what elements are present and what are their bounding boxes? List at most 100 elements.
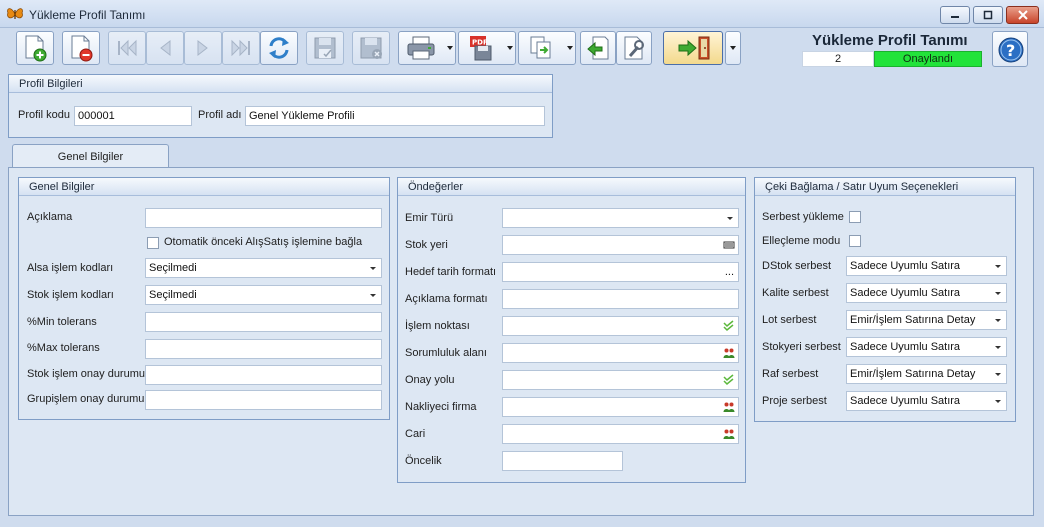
title-bar: Yükleme Profil Tanımı — [0, 0, 1044, 28]
chevron-down-icon — [727, 217, 733, 220]
tab-general[interactable]: Genel Bilgiler — [12, 144, 169, 168]
general-section: Genel Bilgiler Açıklama Otomatik önceki … — [18, 177, 390, 420]
quality-select[interactable]: Sadece Uyumlu Satıra — [846, 283, 1007, 303]
record-number: 2 — [802, 51, 874, 67]
users-icon — [723, 429, 735, 439]
previous-record-button[interactable] — [146, 31, 184, 65]
stock-location-free-label: Stokyeri serbest — [762, 341, 841, 353]
svg-text:PDF: PDF — [472, 39, 488, 47]
help-button[interactable]: ? — [992, 31, 1028, 67]
priority-input[interactable] — [502, 451, 623, 471]
target-date-format-label: Hedef tarih formatı — [405, 266, 497, 278]
project-value: Sadece Uyumlu Satıra — [850, 395, 961, 407]
quality-value: Sadece Uyumlu Satıra — [850, 287, 961, 299]
matching-section-title: Çeki Bağlama / Satır Uyum Seçenekleri — [755, 178, 1015, 196]
users-icon — [723, 402, 735, 412]
minimize-button[interactable] — [940, 6, 970, 24]
approval-path-label: Onay yolu — [405, 374, 455, 386]
matching-section: Çeki Bağlama / Satır Uyum Seçenekleri Se… — [754, 177, 1016, 422]
first-record-button[interactable] — [108, 31, 146, 65]
target-date-format-input[interactable]: ... — [502, 262, 739, 282]
quality-label: Kalite serbest — [762, 287, 829, 299]
lot-value: Emir/İşlem Satırına Detay — [850, 314, 976, 326]
ellipsis-button[interactable]: ... — [725, 263, 734, 281]
group-approval-label: Grupişlem onay durumu — [27, 393, 145, 405]
alsa-codes-label: Alsa işlem kodları — [27, 262, 114, 274]
help-icon: ? — [998, 37, 1024, 63]
max-tolerance-input[interactable] — [145, 339, 382, 359]
settings-icon — [624, 36, 644, 60]
exit-dropdown-button[interactable] — [725, 31, 741, 65]
free-loading-checkbox[interactable] — [849, 211, 861, 223]
save-close-button[interactable] — [352, 31, 390, 65]
check-double-icon — [723, 374, 734, 386]
order-type-select[interactable] — [502, 208, 739, 228]
min-tolerance-label: %Min tolerans — [27, 316, 97, 328]
shelf-select[interactable]: Emir/İşlem Satırına Detay — [846, 364, 1007, 384]
back-button[interactable] — [580, 31, 616, 65]
close-icon — [1017, 10, 1028, 20]
profile-code-input[interactable]: 000001 — [74, 106, 192, 126]
responsibility-area-label: Sorumluluk alanı — [405, 347, 487, 359]
account-label: Cari — [405, 428, 426, 440]
save-icon — [314, 37, 336, 59]
chevron-down-icon — [370, 267, 376, 270]
page-title: Yükleme Profil Tanımı — [812, 32, 968, 49]
process-point-input[interactable] — [502, 316, 739, 336]
copy-button[interactable] — [518, 31, 576, 65]
min-tolerance-input[interactable] — [145, 312, 382, 332]
dstock-label: DStok serbest — [762, 260, 832, 272]
carrier-input[interactable] — [502, 397, 739, 417]
profile-name-input[interactable]: Genel Yükleme Profili — [245, 106, 545, 126]
lookup-grid-icon — [723, 241, 735, 249]
responsibility-area-input[interactable] — [502, 343, 739, 363]
dstock-select[interactable]: Sadece Uyumlu Satıra — [846, 256, 1007, 276]
auto-link-checkbox[interactable] — [147, 237, 159, 249]
max-tolerance-label: %Max tolerans — [27, 342, 100, 354]
lot-label: Lot serbest — [762, 314, 817, 326]
group-approval-input[interactable] — [145, 390, 382, 410]
maximize-button[interactable] — [973, 6, 1003, 24]
alsa-codes-select[interactable]: Seçilmedi — [145, 258, 382, 278]
next-record-icon — [197, 39, 208, 57]
approval-path-input[interactable] — [502, 370, 739, 390]
handling-mode-checkbox[interactable] — [849, 235, 861, 247]
chevron-down-icon — [370, 294, 376, 297]
lot-select[interactable]: Emir/İşlem Satırına Detay — [846, 310, 1007, 330]
refresh-button[interactable] — [260, 31, 298, 65]
auto-link-label: Otomatik önceki AlışSatış işlemine bağla — [164, 236, 363, 248]
alsa-codes-value: Seçilmedi — [149, 262, 197, 274]
stock-location-input[interactable] — [502, 235, 739, 255]
description-label: Açıklama — [27, 211, 73, 223]
stock-codes-label: Stok işlem kodları — [27, 289, 114, 301]
stock-location-label: Stok yeri — [405, 239, 448, 251]
handling-mode-label: Elleçleme modu — [762, 235, 841, 247]
butterfly-icon — [7, 8, 23, 19]
description-format-input[interactable] — [502, 289, 739, 309]
pdf-button[interactable]: PDF — [458, 31, 516, 65]
profile-section: Profil Bilgileri Profil kodu 000001 Prof… — [8, 74, 553, 138]
first-record-icon — [118, 39, 137, 57]
stock-approval-input[interactable] — [145, 365, 382, 385]
stock-codes-select[interactable]: Seçilmedi — [145, 285, 382, 305]
project-select[interactable]: Sadece Uyumlu Satıra — [846, 391, 1007, 411]
new-document-icon — [25, 35, 47, 62]
close-button[interactable] — [1006, 6, 1039, 24]
stock-location-free-select[interactable]: Sadece Uyumlu Satıra — [846, 337, 1007, 357]
exit-button[interactable] — [663, 31, 723, 65]
description-input[interactable] — [145, 208, 382, 228]
delete-button[interactable] — [62, 31, 100, 65]
last-record-icon — [231, 39, 250, 57]
defaults-section: Öndeğerler Emir Türü Stok yeri Hedef tar… — [397, 177, 746, 483]
pdf-export-icon: PDF — [470, 36, 492, 61]
project-label: Proje serbest — [762, 395, 827, 407]
next-record-button[interactable] — [184, 31, 222, 65]
chevron-down-icon — [995, 373, 1001, 376]
process-point-label: İşlem noktası — [405, 320, 470, 332]
save-button[interactable] — [306, 31, 344, 65]
account-input[interactable] — [502, 424, 739, 444]
print-button[interactable] — [398, 31, 456, 65]
settings-button[interactable] — [616, 31, 652, 65]
last-record-button[interactable] — [222, 31, 260, 65]
new-button[interactable] — [16, 31, 54, 65]
